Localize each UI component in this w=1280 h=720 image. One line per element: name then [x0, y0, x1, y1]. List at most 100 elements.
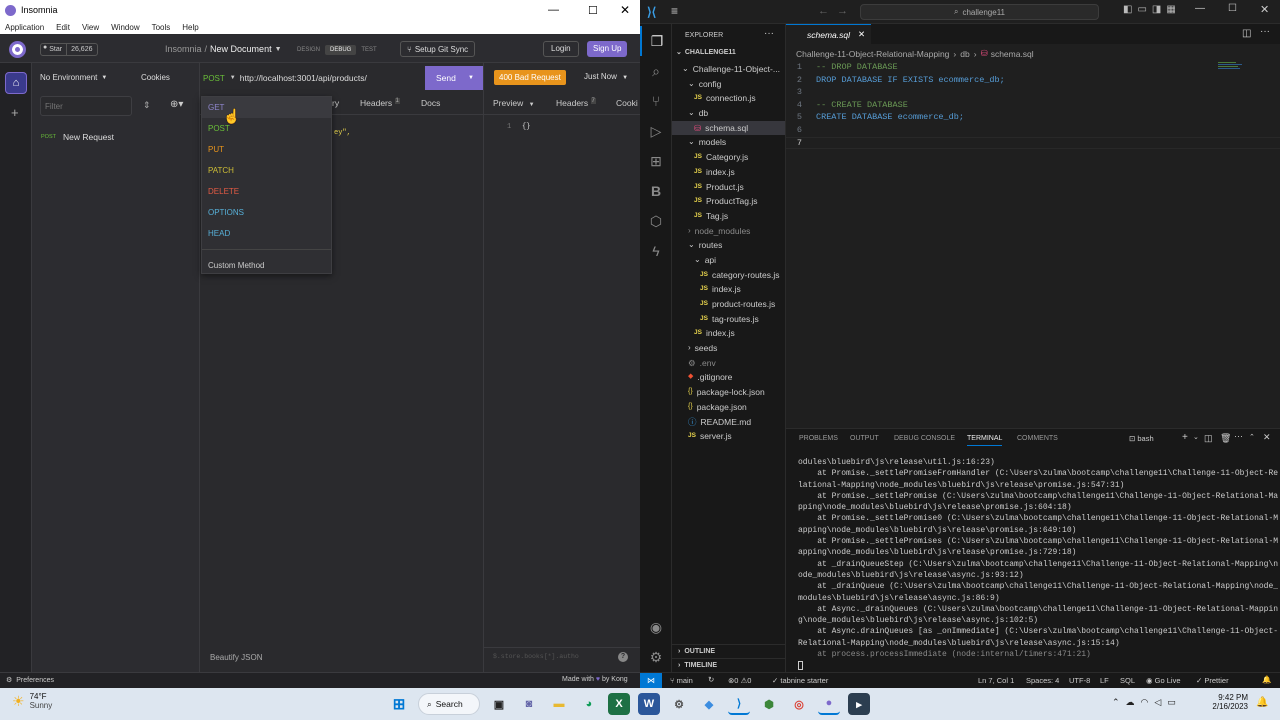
hamburger-menu-icon[interactable]: ≡ [671, 4, 678, 18]
tab-design[interactable]: DESIGN [292, 45, 325, 55]
tree-file[interactable]: ⛁ schema.sql [672, 120, 785, 136]
settings-gear-icon[interactable]: ⚙ [640, 642, 672, 672]
tree-folder[interactable]: ⌄ config [672, 77, 785, 92]
breadcrumb-root[interactable]: Insomnia [165, 44, 202, 54]
minimize-button[interactable]: — [548, 4, 559, 16]
response-body[interactable]: {} [522, 123, 530, 131]
menu-view[interactable]: View [82, 23, 99, 32]
tab-debug[interactable]: DEBUG [325, 44, 357, 55]
maximize-panel-icon[interactable]: ⌃ [1249, 433, 1255, 441]
more-actions-icon[interactable]: ··· [764, 28, 774, 39]
tree-file[interactable]: {} package-lock.json [672, 385, 785, 400]
tab-response-headers[interactable]: Headers 7 [556, 98, 596, 108]
edge-icon[interactable]: ◕ [578, 693, 600, 715]
preferences-button[interactable]: ⚙ Preferences [6, 676, 54, 684]
thunder-client-icon[interactable]: ϟ [640, 236, 672, 266]
encoding[interactable]: UTF-8 [1069, 676, 1090, 685]
layout-toggle-icons[interactable]: ◧▭◨▦ [1123, 4, 1181, 15]
code-line[interactable]: 4 -- CREATE DATABASE [786, 99, 1280, 112]
setup-git-sync-button[interactable]: ⑂ Setup Git Sync [400, 41, 476, 57]
search-icon[interactable]: ⌕ [640, 56, 672, 86]
help-icon[interactable]: ? [618, 652, 628, 662]
chevron-down-icon[interactable]: ▼ [275, 46, 282, 53]
breadcrumb-db[interactable]: db [960, 49, 969, 59]
menu-window[interactable]: Window [111, 23, 139, 32]
wifi-icon[interactable]: ◠ [1141, 697, 1149, 708]
tree-file[interactable]: {} package.json [672, 400, 785, 415]
home-button[interactable]: ⌂ [5, 72, 27, 94]
new-terminal-icon[interactable]: + [1182, 432, 1188, 443]
method-option-post[interactable]: POST [202, 118, 331, 139]
tree-file[interactable]: JS connection.js [672, 91, 785, 106]
node-icon[interactable]: ⬢ [758, 693, 780, 715]
method-option-get[interactable]: GET [202, 97, 331, 118]
tree-file[interactable]: JS index.js [672, 165, 785, 180]
tab-cookies[interactable]: Cooki [616, 98, 638, 108]
prettier-indicator[interactable]: ✓ Prettier [1196, 676, 1229, 685]
add-project-icon[interactable]: + [11, 105, 19, 120]
clock[interactable]: 9:42 PM 2/16/2023 [1206, 693, 1248, 711]
tree-file[interactable]: ⓘ README.md [672, 415, 785, 430]
language-mode[interactable]: SQL [1120, 676, 1135, 685]
tab-docs[interactable]: Docs [421, 98, 440, 108]
chevron-down-icon[interactable]: ⌄ [1193, 433, 1199, 441]
breadcrumb-document[interactable]: New Document [210, 44, 272, 54]
close-panel-icon[interactable]: ✕ [1263, 432, 1271, 443]
tree-folder[interactable]: ⌄ Challenge-11-Object-... [672, 62, 785, 77]
vscode-taskbar-icon[interactable]: ⟩ [728, 693, 750, 715]
indentation[interactable]: Spaces: 4 [1026, 676, 1059, 685]
tab-test[interactable]: TEST [356, 45, 381, 55]
tree-file[interactable]: ⚙ .env [672, 356, 785, 371]
tree-file[interactable]: JS Product.js [672, 180, 785, 195]
code-line[interactable]: 2 DROP DATABASE IF EXISTS ecommerce_db; [786, 74, 1280, 87]
code-line[interactable]: 5 CREATE DATABASE ecommerce_db; [786, 111, 1280, 124]
tab-preview[interactable]: Preview ▼ [493, 98, 535, 108]
start-button[interactable]: ⊞ [388, 693, 410, 715]
word-icon[interactable]: W [638, 693, 660, 715]
tree-file[interactable]: JS index.js [672, 282, 785, 297]
tab-headers[interactable]: Headers 1 [360, 98, 400, 108]
custom-method-option[interactable]: Custom Method [202, 255, 331, 276]
chevron-up-icon[interactable]: ⌃ [1112, 697, 1120, 708]
sidebar-request-item[interactable]: POST New Request [32, 129, 199, 145]
editor-tab-schema[interactable]: schema.sql ✕ [786, 24, 872, 44]
close-button[interactable]: ✕ [1260, 3, 1269, 16]
tree-file[interactable]: JS category-routes.js [672, 268, 785, 283]
panel-tab-problems[interactable]: PROBLEMS [799, 435, 838, 442]
line-ending[interactable]: LF [1100, 676, 1109, 685]
minimap[interactable] [1218, 62, 1246, 70]
panel-tab-debug-console[interactable]: DEBUG CONSOLE [894, 435, 955, 442]
github-star-button[interactable]: ● Star 26,626 [40, 43, 98, 56]
minimize-button[interactable]: — [1195, 3, 1205, 14]
code-line[interactable]: 1 -- DROP DATABASE [786, 61, 1280, 74]
code-line[interactable]: 7 [786, 136, 1280, 150]
breadcrumb-file[interactable]: schema.sql [991, 49, 1034, 59]
tree-folder[interactable]: ⌄ api [672, 253, 785, 268]
back-arrow-icon[interactable]: ← [818, 5, 829, 17]
terminal-taskbar-icon[interactable]: ▸ [848, 693, 870, 715]
method-selector[interactable]: POST [203, 74, 225, 83]
tree-file[interactable]: JS ProductTag.js [672, 194, 785, 209]
outline-section[interactable]: › OUTLINE [672, 644, 785, 658]
chevron-down-icon[interactable]: ▼ [230, 75, 236, 81]
close-button[interactable]: ✕ [620, 3, 630, 17]
tree-file[interactable]: JS index.js [672, 326, 785, 341]
trash-icon[interactable]: 🗑 [1220, 433, 1231, 444]
more-actions-icon[interactable]: ··· [1260, 26, 1270, 37]
panel-tab-comments[interactable]: COMMENTS [1017, 435, 1058, 442]
file-explorer-icon[interactable]: ▬ [548, 693, 570, 715]
onedrive-icon[interactable]: ☁ [1126, 697, 1135, 708]
tree-folder[interactable]: › node_modules [672, 224, 785, 239]
chevron-down-icon[interactable]: ▼ [468, 75, 474, 81]
tree-folder[interactable]: ⌄ models [672, 135, 785, 150]
tabnine-indicator[interactable]: ✓ tabnine starter [772, 676, 828, 685]
tree-file[interactable]: ◆ .gitignore [672, 370, 785, 385]
extensions-icon[interactable]: ⊞ [640, 146, 672, 176]
sync-icon[interactable]: ↻ [708, 675, 714, 684]
insomnia-taskbar-icon[interactable]: ● [818, 693, 840, 715]
made-with-kong[interactable]: Made with ♥ by Kong [562, 676, 628, 683]
battery-icon[interactable]: ▭ [1167, 697, 1176, 708]
send-button[interactable]: Send ▼ [425, 66, 483, 90]
settings-icon[interactable]: ⚙ [668, 693, 690, 715]
source-control-icon[interactable]: ⑂ [640, 86, 672, 116]
